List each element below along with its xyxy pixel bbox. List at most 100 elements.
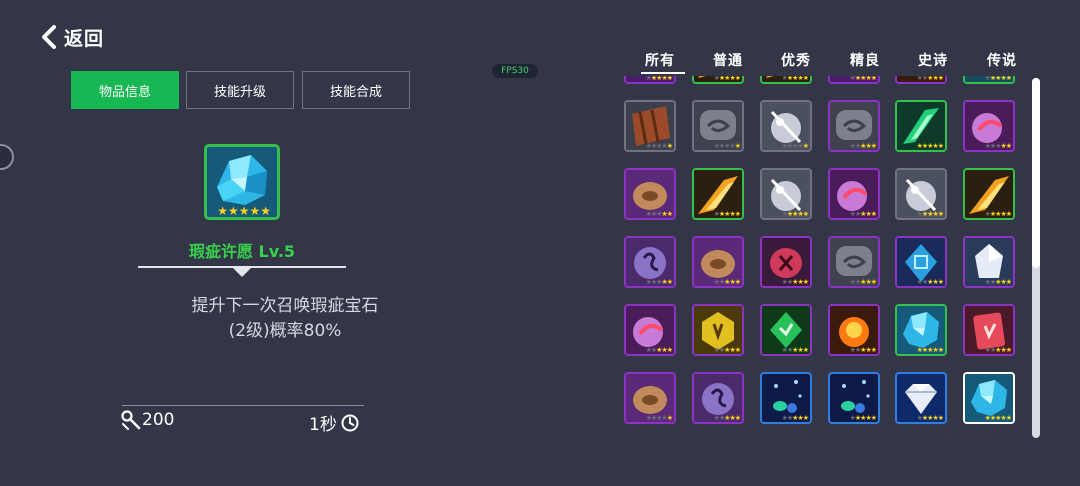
grid-item[interactable]: ★★★★★: [963, 100, 1015, 152]
grid-item[interactable]: ★★★★★: [963, 236, 1015, 288]
star-rating: ★★★★★: [984, 76, 1012, 82]
grid-item[interactable]: ★★★★★: [828, 372, 880, 424]
fps-badge: FPS30: [492, 64, 538, 78]
cost-value: 200: [142, 410, 175, 430]
star-rating: ★★★★★: [849, 278, 877, 286]
selected-item-icon: ★★★★★: [204, 144, 280, 220]
star-rating: ★★★★★: [849, 76, 877, 82]
grid-item[interactable]: ★★★★★: [692, 168, 744, 220]
star-rating: ★★★★★: [984, 346, 1012, 354]
info-divider: [122, 405, 364, 406]
grid-item[interactable]: ★★★★★: [760, 372, 812, 424]
grid-item[interactable]: ★★★★★: [828, 304, 880, 356]
grid-item[interactable]: ★★★★★: [692, 304, 744, 356]
grid-item[interactable]: ★★★★★: [895, 236, 947, 288]
star-rating: ★★★★★: [645, 346, 673, 354]
grid-item[interactable]: ★★★★★: [760, 100, 812, 152]
filter-tab-underline: [641, 72, 685, 74]
star-rating: ★★★★★: [781, 76, 809, 82]
grid-item[interactable]: ★★★★★: [760, 76, 812, 84]
grid-item[interactable]: ★★★★★: [624, 236, 676, 288]
grid-item[interactable]: ★★★★★: [692, 76, 744, 84]
cast-time: 1秒: [309, 410, 360, 435]
grid-item[interactable]: ★★★★★: [624, 168, 676, 220]
grid-item[interactable]: ★★★★★: [963, 372, 1015, 424]
filter-tab-epic[interactable]: 史诗: [918, 50, 948, 70]
tab-skill-combine[interactable]: 技能合成: [302, 71, 410, 109]
star-rating: ★★★★★: [916, 142, 944, 150]
grid-item[interactable]: ★★★★★: [624, 100, 676, 152]
star-rating: ★★★★★: [645, 142, 673, 150]
star-rating: ★★★★★: [916, 346, 944, 354]
filter-tab-all[interactable]: 所有: [645, 50, 675, 70]
star-rating: ★★★★★: [781, 346, 809, 354]
grid-item[interactable]: ★★★★★: [895, 100, 947, 152]
clock-icon: [341, 414, 359, 431]
star-rating: ★★★★★: [713, 76, 741, 82]
star-rating: ★★★★★: [713, 142, 741, 150]
star-rating: ★★★★★: [849, 414, 877, 422]
wrench-icon: [121, 410, 141, 430]
grid-item[interactable]: ★★★★★: [624, 372, 676, 424]
star-rating: ★★★★★: [916, 210, 944, 218]
tab-item-info[interactable]: 物品信息: [71, 71, 179, 109]
star-rating: ★★★★★: [849, 346, 877, 354]
grid-item[interactable]: ★★★★★: [692, 236, 744, 288]
star-rating: ★★★★★: [984, 278, 1012, 286]
grid-item[interactable]: ★★★★★: [624, 304, 676, 356]
item-grid[interactable]: ★★★★★ ★★★★★ ★★★★★ ★★★★★ ★★★★★ ★★★★★ ★★★★★ ★★★★★…: [612, 76, 1032, 444]
item-description-line2: (2级)概率80%: [228, 321, 342, 341]
grid-item[interactable]: ★★★★★: [895, 76, 947, 84]
star-rating: ★★★★★: [849, 210, 877, 218]
filter-tab-common[interactable]: 普通: [713, 50, 743, 70]
grid-item[interactable]: ★★★★★: [692, 372, 744, 424]
back-label: 返回: [64, 27, 105, 50]
grid-item[interactable]: ★★★★★: [963, 168, 1015, 220]
back-button[interactable]: 返回: [38, 22, 104, 52]
grid-item[interactable]: ★★★★★: [828, 100, 880, 152]
grid-item[interactable]: ★★★★★: [760, 304, 812, 356]
grid-item[interactable]: ★★★★★: [895, 304, 947, 356]
star-rating: ★★★★★: [916, 76, 944, 82]
grid-item[interactable]: ★★★★★: [895, 168, 947, 220]
time-value: 1秒: [309, 415, 337, 435]
grid-item[interactable]: ★★★★★: [828, 236, 880, 288]
grid-item[interactable]: ★★★★★: [963, 304, 1015, 356]
star-rating: ★★★★★: [781, 142, 809, 150]
star-rating: ★★★★★: [781, 278, 809, 286]
star-rating: ★★★★★: [713, 278, 741, 286]
selected-item-name: 瑕疵许愿 Lv.5: [188, 242, 296, 261]
filter-tab-fine[interactable]: 精良: [850, 50, 880, 70]
scrollbar-thumb[interactable]: [1032, 78, 1040, 268]
star-rating: ★★★★★: [781, 210, 809, 218]
selected-item-stars: ★★★★★: [217, 204, 271, 218]
item-description-line1: 提升下一次召唤瑕疵宝石: [191, 296, 379, 316]
star-rating: ★★★★★: [984, 414, 1012, 422]
star-rating: ★★★★★: [713, 210, 741, 218]
name-divider-pointer: [233, 268, 251, 277]
star-rating: ★★★★★: [916, 278, 944, 286]
grid-item[interactable]: ★★★★★: [624, 76, 676, 84]
grid-item[interactable]: ★★★★★: [760, 168, 812, 220]
star-rating: ★★★★★: [984, 142, 1012, 150]
side-handle[interactable]: [0, 144, 14, 170]
grid-item[interactable]: ★★★★★: [760, 236, 812, 288]
star-rating: ★★★★★: [713, 414, 741, 422]
star-rating: ★★★★★: [645, 414, 673, 422]
star-rating: ★★★★★: [645, 278, 673, 286]
star-rating: ★★★★★: [984, 210, 1012, 218]
star-rating: ★★★★★: [713, 346, 741, 354]
grid-item[interactable]: ★★★★★: [828, 168, 880, 220]
star-rating: ★★★★★: [645, 210, 673, 218]
chevron-left-icon: [42, 25, 56, 49]
star-rating: ★★★★★: [849, 142, 877, 150]
filter-tab-excellent[interactable]: 优秀: [781, 50, 811, 70]
grid-item[interactable]: ★★★★★: [828, 76, 880, 84]
grid-item[interactable]: ★★★★★: [692, 100, 744, 152]
tab-skill-upgrade[interactable]: 技能升级: [186, 71, 294, 109]
filter-tab-legendary[interactable]: 传说: [987, 50, 1017, 70]
star-rating: ★★★★★: [781, 414, 809, 422]
star-rating: ★★★★★: [645, 76, 673, 82]
grid-item[interactable]: ★★★★★: [963, 76, 1015, 84]
grid-item[interactable]: ★★★★★: [895, 372, 947, 424]
